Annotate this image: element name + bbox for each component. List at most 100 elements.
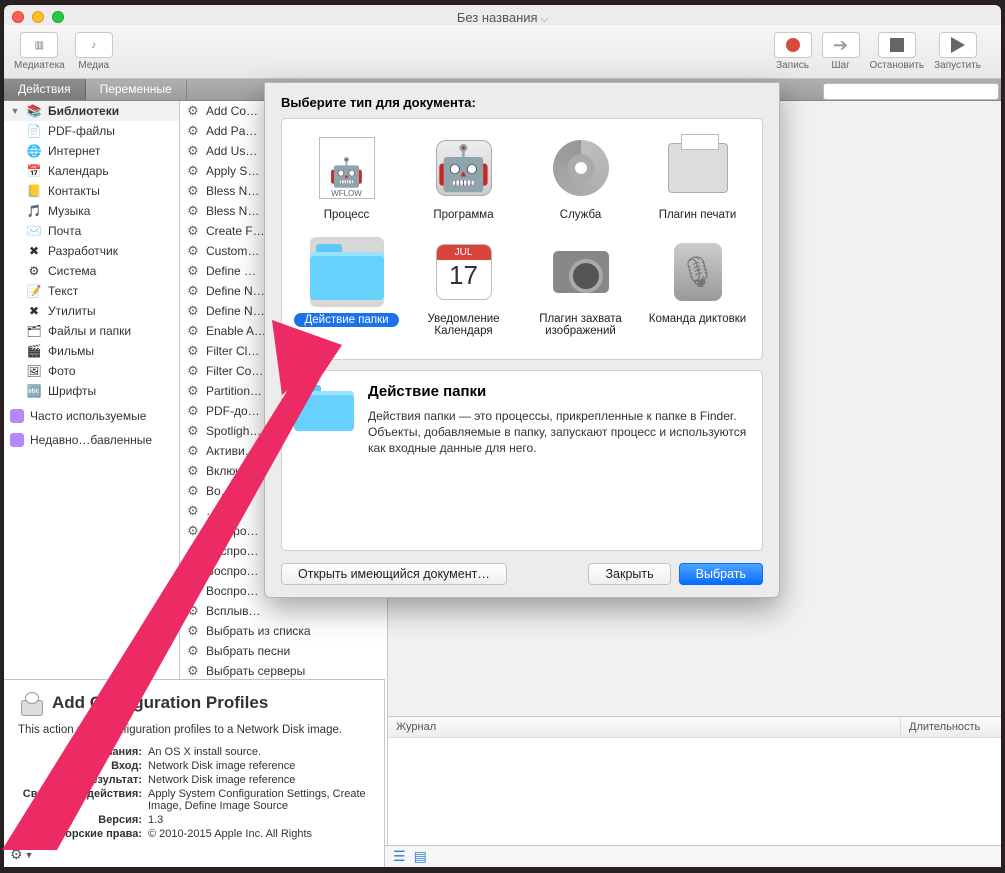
sidebar-item[interactable]: 🎵Музыка	[4, 201, 179, 221]
sidebar-item[interactable]: 🗂Файлы и папки	[4, 321, 179, 341]
sidebar-item[interactable]: ✖︎Разработчик	[4, 241, 179, 261]
sidebar-item[interactable]: 📒Контакты	[4, 181, 179, 201]
log-col-duration[interactable]: Длительность	[901, 717, 1001, 737]
action-label: Bless N…	[206, 204, 259, 218]
stop-icon	[878, 32, 916, 58]
action-icon: ⚙	[185, 383, 201, 399]
category-icon: 📝	[26, 283, 42, 299]
chevron-down-icon: ⌵	[541, 14, 549, 25]
record-icon	[774, 32, 812, 58]
category-icon: 🗂	[26, 323, 42, 339]
sidebar-item[interactable]: 📅Календарь	[4, 161, 179, 181]
stop-button[interactable]: Остановить	[870, 32, 925, 71]
sidebar-item[interactable]: 🔤 Шрифты	[4, 381, 179, 401]
action-label: Apply S…	[206, 164, 259, 178]
sidebar-item-label: Разработчик	[48, 244, 118, 258]
info-settings[interactable]: ⚙▼	[10, 846, 33, 863]
sidebar-item-label: Утилиты	[48, 304, 96, 318]
action-icon: ⚙	[185, 563, 201, 579]
record-button[interactable]: Запись	[774, 32, 812, 71]
action-icon: ⚙	[185, 303, 201, 319]
sidebar-item[interactable]: 📝 Текст	[4, 281, 179, 301]
open-existing-button[interactable]: Открыть имеющийся документ…	[281, 563, 507, 585]
action-icon: ⚙	[185, 483, 201, 499]
choose-button[interactable]: Выбрать	[679, 563, 763, 585]
type-folder-action[interactable]: Действие папки	[292, 237, 402, 337]
action-list-item[interactable]: ⚙Всплыв…	[180, 601, 387, 621]
sidebar-item[interactable]: 🌐Интернет	[4, 141, 179, 161]
category-icon: 🎬	[26, 343, 42, 359]
action-icon: ⚙	[185, 623, 201, 639]
action-icon: ⚙	[185, 163, 201, 179]
sidebar-smart-item[interactable]: Часто используемые	[4, 407, 179, 425]
sidebar-item-label: Система	[48, 264, 96, 278]
type-service[interactable]: Служба	[526, 133, 636, 221]
document-type-dialog: Выберите тип для документа: 🤖WFLOW Проце…	[264, 82, 780, 598]
step-button[interactable]: ➔ Шаг	[822, 32, 860, 71]
toolbar: ▥ Медиатека ♪ Медиа Запись ➔ Шаг Останов…	[4, 25, 1001, 79]
type-print-plugin[interactable]: Плагин печати	[643, 133, 753, 221]
type-dictation[interactable]: Команда диктовки	[643, 237, 753, 337]
close-button[interactable]: Закрыть	[588, 563, 670, 585]
action-label: Воспро…	[206, 544, 259, 558]
action-icon: ⚙	[185, 203, 201, 219]
action-label: …	[206, 504, 218, 518]
action-label: Custom…	[206, 244, 259, 258]
action-info-panel: Add Configuration Profiles This action a…	[4, 679, 385, 867]
category-icon: 🔤	[26, 383, 42, 399]
desc-title: Действие папки	[368, 383, 750, 400]
sidebar-item-label: Фильмы	[48, 344, 94, 358]
sidebar-item[interactable]: 📄PDF-файлы	[4, 121, 179, 141]
sidebar-item-label: Шрифты	[48, 384, 96, 398]
mediateka-button[interactable]: ▥ Медиатека	[14, 32, 65, 71]
tab-actions[interactable]: Действия	[4, 79, 86, 100]
action-icon: ⚙	[185, 643, 201, 659]
action-label: Всплыв…	[206, 604, 261, 618]
folder-icon	[310, 237, 384, 307]
action-icon: ⚙	[185, 143, 201, 159]
type-app[interactable]: 🤖 Программа	[409, 133, 519, 221]
type-process[interactable]: 🤖WFLOW Процесс	[292, 133, 402, 221]
sidebar-item[interactable]: ✉️Почта	[4, 221, 179, 241]
smart-folder-icon	[10, 433, 24, 447]
run-button[interactable]: Запустить	[934, 32, 981, 71]
sidebar-smart-item[interactable]: Недавно…бавленные	[4, 431, 179, 449]
log-col-journal[interactable]: Журнал	[388, 717, 901, 737]
search-input[interactable]	[823, 83, 999, 100]
action-list-item[interactable]: ⚙Выбрать серверы	[180, 661, 387, 681]
action-label: Активи…	[206, 444, 257, 458]
action-icon: ⚙	[185, 443, 201, 459]
smart-folder-icon	[10, 409, 24, 423]
tab-variables[interactable]: Переменные	[86, 79, 187, 100]
action-list-item[interactable]: ⚙Выбрать песни	[180, 641, 387, 661]
type-image-capture[interactable]: Плагин захвата изображений	[526, 237, 636, 337]
action-list-item[interactable]: ⚙Выбрать из списка	[180, 621, 387, 641]
info-description: This action adds configuration profiles …	[18, 724, 370, 736]
process-icon: 🤖WFLOW	[310, 133, 384, 203]
disclosure-triangle-icon[interactable]: ▼	[10, 106, 20, 116]
action-label: Define …	[206, 264, 256, 278]
view-list-icon[interactable]: ☰	[393, 848, 406, 865]
sidebar-item[interactable]: ⚙ Система	[4, 261, 179, 281]
titlebar: Без названия⌵	[4, 5, 1001, 25]
category-icon: ⚙	[26, 263, 42, 279]
sidebar-item[interactable]: 🎬 Фильмы	[4, 341, 179, 361]
bottom-view-strip: ☰ ▤	[385, 845, 1001, 867]
action-icon: ⚙	[185, 263, 201, 279]
sidebar-item-label: Интернет	[48, 144, 100, 158]
sidebar-item[interactable]: ✖︎Утилиты	[4, 301, 179, 321]
action-label: Add Co…	[206, 104, 258, 118]
sidebar-item-label: Текст	[48, 284, 78, 298]
sidebar-item[interactable]: 🖼Фото	[4, 361, 179, 381]
action-label: Add Pa…	[206, 124, 257, 138]
action-icon: ⚙	[185, 183, 201, 199]
type-grid: 🤖WFLOW Процесс 🤖 Программа Служба Плагин…	[281, 118, 763, 360]
sidebar-root[interactable]: ▼ 📚 Библиотеки	[4, 101, 179, 121]
action-icon: ⚙	[185, 543, 201, 559]
type-calendar-alarm[interactable]: JUL17 Уведомление Календаря	[409, 237, 519, 337]
media-button[interactable]: ♪ Медиа	[75, 32, 113, 71]
action-label: Включ…	[206, 464, 253, 478]
view-grid-icon[interactable]: ▤	[414, 848, 427, 865]
sidebar-item-label: Контакты	[48, 184, 100, 198]
action-icon: ⚙	[185, 283, 201, 299]
